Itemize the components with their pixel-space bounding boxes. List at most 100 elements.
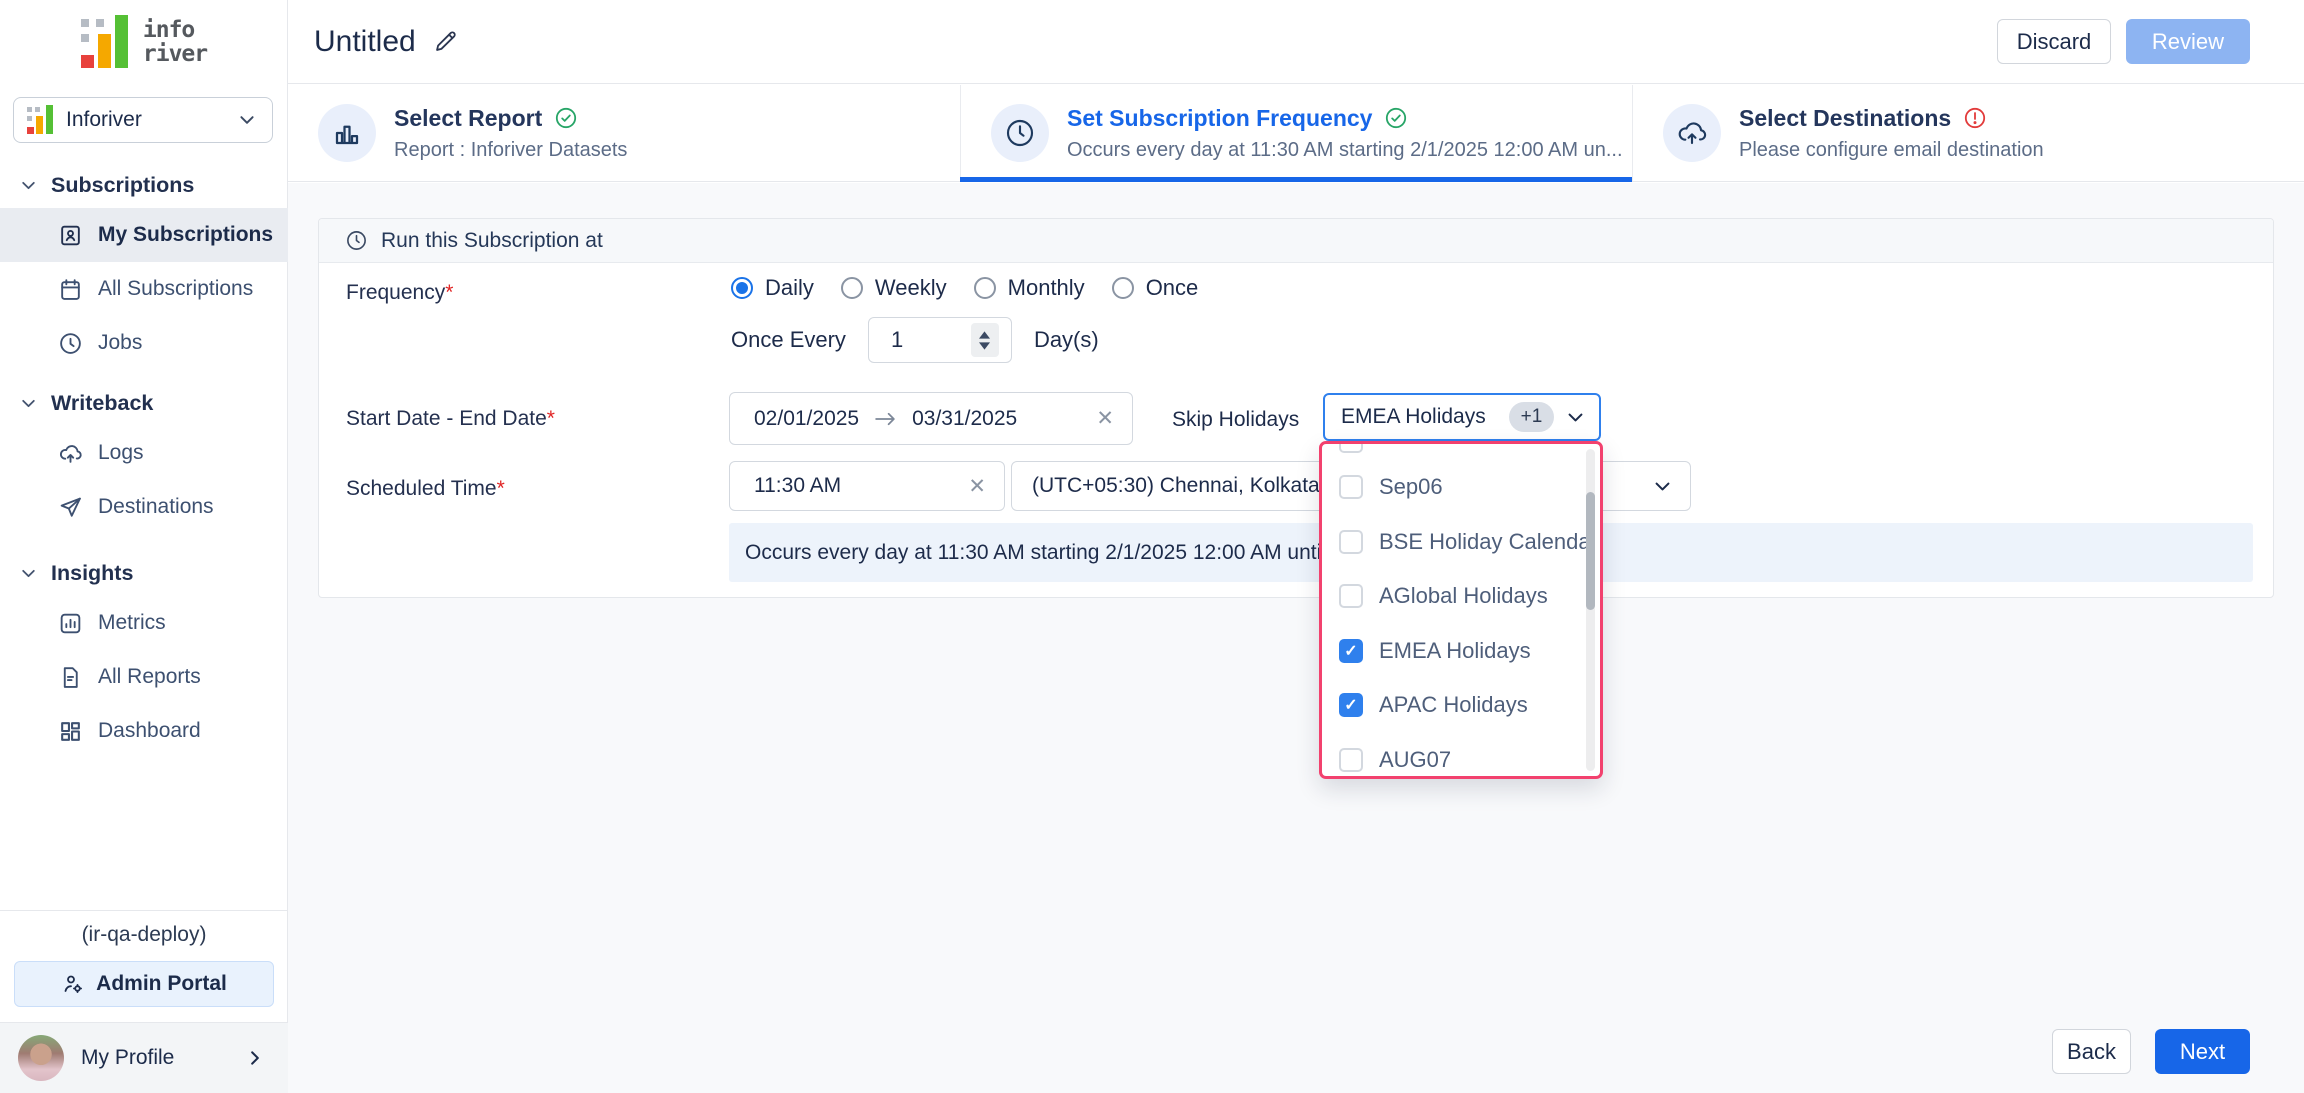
workspace-selector[interactable]: Inforiver [13, 97, 273, 143]
edit-title-icon[interactable] [432, 28, 459, 55]
my-profile-label: My Profile [81, 1046, 229, 1070]
top-bar: Untitled Discard Review [288, 0, 2304, 84]
send-icon [58, 495, 83, 520]
topbar-actions: Discard Review [1997, 19, 2250, 64]
next-button[interactable]: Next [2155, 1029, 2250, 1074]
sidebar-item-all-reports[interactable]: All Reports [0, 650, 288, 704]
interval-value-input[interactable]: 1 [868, 317, 1012, 363]
radio-icon [974, 277, 996, 299]
step-set-subscription-frequency[interactable]: Set Subscription Frequency Occurs every … [960, 85, 1632, 181]
sidebar-item-label: My Subscriptions [98, 223, 273, 247]
holiday-calendar-list: Sep06 BSE Holiday Calendar AGlobal Holid… [1322, 460, 1586, 779]
skip-holidays-select[interactable]: EMEA Holidays +1 [1323, 393, 1601, 441]
scheduled-time-input[interactable]: 11:30 AM ✕ [729, 461, 1005, 511]
skip-holidays-label: Skip Holidays [1172, 408, 1299, 432]
radio-icon [841, 277, 863, 299]
active-step-indicator [960, 177, 1632, 182]
step-title: Select Report [394, 105, 542, 132]
dashboard-grid-icon [58, 719, 83, 744]
environment-label: (ir-qa-deploy) [0, 923, 288, 947]
holiday-option-apac-holidays[interactable]: APAC Holidays [1322, 678, 1586, 733]
clear-time-icon[interactable]: ✕ [968, 474, 986, 499]
checkbox-checked-icon[interactable] [1339, 693, 1363, 717]
back-button[interactable]: Back [2052, 1029, 2131, 1074]
clock-icon [58, 331, 83, 356]
sidebar-item-label: All Reports [98, 665, 201, 689]
sidebar-item-destinations[interactable]: Destinations [0, 480, 288, 534]
holiday-option-emea-holidays[interactable]: EMEA Holidays [1322, 624, 1586, 679]
more-count-badge: +1 [1509, 402, 1554, 432]
checkbox-icon[interactable] [1339, 748, 1363, 772]
inforiver-logo-icon [81, 15, 131, 69]
sidebar-item-label: Jobs [98, 331, 142, 355]
radio-daily[interactable]: Daily [731, 275, 814, 301]
calendar-icon [58, 277, 83, 302]
discard-button[interactable]: Discard [1997, 19, 2111, 64]
frequency-radio-group: Daily Weekly Monthly Once [731, 275, 1198, 301]
radio-label: Daily [765, 275, 814, 301]
section-label: Subscriptions [51, 173, 194, 198]
checkbox-icon[interactable] [1339, 475, 1363, 499]
interval-suffix-label: Day(s) [1034, 327, 1099, 353]
sidebar-item-metrics[interactable]: Metrics [0, 596, 288, 650]
clear-dates-icon[interactable]: ✕ [1096, 406, 1114, 431]
clock-icon [991, 104, 1049, 162]
number-stepper[interactable] [971, 323, 999, 357]
clock-icon [345, 229, 368, 252]
admin-portal-label: Admin Portal [96, 972, 227, 996]
report-chart-icon [318, 104, 376, 162]
sidebar-nav: Subscriptions My Subscriptions All Subsc… [0, 162, 288, 758]
holiday-option-label: AGlobal Holidays [1379, 583, 1548, 609]
chevron-down-icon [20, 177, 37, 194]
sidebar-item-label: Metrics [98, 611, 166, 635]
section-insights[interactable]: Insights [0, 550, 288, 596]
step-select-report[interactable]: Select Report Report : Inforiver Dataset… [288, 85, 960, 181]
panel-header: Run this Subscription at [319, 219, 2273, 263]
checkbox-icon[interactable] [1339, 584, 1363, 608]
sidebar-item-dashboard[interactable]: Dashboard [0, 704, 288, 758]
checkbox-icon[interactable] [1339, 530, 1363, 554]
review-button[interactable]: Review [2126, 19, 2250, 64]
section-label: Insights [51, 561, 133, 586]
sidebar: info river Inforiver Subscriptions [0, 0, 288, 1093]
radio-weekly[interactable]: Weekly [841, 275, 947, 301]
admin-portal-button[interactable]: Admin Portal [14, 961, 274, 1007]
chevron-down-icon [20, 395, 37, 412]
section-writeback[interactable]: Writeback [0, 380, 288, 426]
step-subtitle: Report : Inforiver Datasets [394, 139, 627, 162]
radio-label: Monthly [1008, 275, 1085, 301]
holiday-option-bse-holiday-calendar[interactable]: BSE Holiday Calendar [1322, 515, 1586, 570]
my-profile-row[interactable]: My Profile [0, 1022, 288, 1093]
start-date-value[interactable]: 02/01/2025 [754, 407, 859, 431]
step-title: Select Destinations [1739, 105, 1951, 132]
workspace-name: Inforiver [66, 108, 227, 132]
sidebar-item-my-subscriptions[interactable]: My Subscriptions [0, 208, 288, 262]
stepper: Select Report Report : Inforiver Dataset… [288, 85, 2304, 182]
sidebar-item-jobs[interactable]: Jobs [0, 316, 288, 370]
step-subtitle: Please configure email destination [1739, 139, 2044, 162]
sidebar-item-logs[interactable]: Logs [0, 426, 288, 480]
date-range-label: Start Date - End Date* [346, 407, 555, 431]
radio-monthly[interactable]: Monthly [974, 275, 1085, 301]
sidebar-item-all-subscriptions[interactable]: All Subscriptions [0, 262, 288, 316]
date-range-input[interactable]: 02/01/2025 03/31/2025 ✕ [729, 392, 1133, 445]
holiday-option-label: AUG07 [1379, 747, 1451, 773]
radio-label: Weekly [875, 275, 947, 301]
holiday-option-aglobal-holidays[interactable]: AGlobal Holidays [1322, 569, 1586, 624]
inforiver-logo-text: info river [143, 18, 207, 66]
dropdown-scrollbar-thumb[interactable] [1586, 492, 1595, 610]
cloud-upload-icon [58, 441, 83, 466]
frequency-label: Frequency* [346, 281, 453, 305]
step-subtitle: Occurs every day at 11:30 AM starting 2/… [1067, 139, 1623, 162]
radio-once[interactable]: Once [1112, 275, 1199, 301]
step-select-destinations[interactable]: Select Destinations Please configure ema… [1632, 85, 2304, 181]
section-subscriptions[interactable]: Subscriptions [0, 162, 288, 208]
end-date-value[interactable]: 03/31/2025 [912, 407, 1017, 431]
holiday-option-sep06[interactable]: Sep06 [1322, 460, 1586, 515]
interval-prefix-label: Once Every [731, 327, 846, 353]
workspace-logo-icon [27, 105, 55, 135]
holiday-option-aug07[interactable]: AUG07 [1322, 733, 1586, 780]
sidebar-item-label: Logs [98, 441, 144, 465]
app-window: info river Inforiver Subscriptions [0, 0, 2304, 1093]
checkbox-checked-icon[interactable] [1339, 639, 1363, 663]
